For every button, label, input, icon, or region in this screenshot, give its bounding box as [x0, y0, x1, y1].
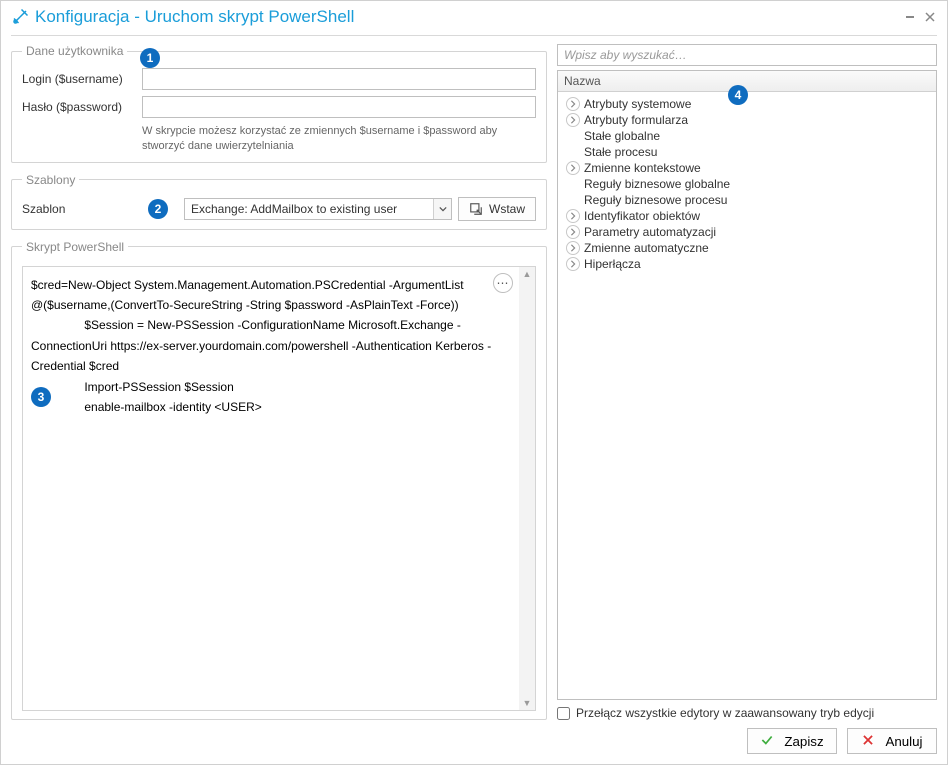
tree-item[interactable]: Identyfikator obiektów: [560, 208, 934, 224]
tree-item-label: Reguły biznesowe globalne: [584, 177, 730, 191]
tools-icon: [11, 8, 29, 26]
expand-icon[interactable]: [566, 97, 580, 111]
credentials-hint: W skrypcie możesz korzystać ze zmiennych…: [142, 124, 536, 154]
advanced-mode-toggle[interactable]: Przełącz wszystkie edytory w zaawansowan…: [557, 706, 937, 720]
template-combo[interactable]: [184, 198, 452, 220]
left-column: Dane użytkownika 1 Login ($username) Has…: [11, 44, 547, 720]
user-data-group: Dane użytkownika 1 Login ($username) Has…: [11, 44, 547, 163]
titlebar: Konfiguracja - Uruchom skrypt PowerShell: [1, 1, 947, 31]
password-label: Hasło ($password): [22, 100, 142, 114]
expand-icon[interactable]: [566, 113, 580, 127]
tree-item[interactable]: Stałe globalne: [560, 128, 934, 144]
tree-indent: [566, 129, 580, 143]
tree-item-label: Atrybuty formularza: [584, 113, 688, 127]
content-area: Dane użytkownika 1 Login ($username) Has…: [1, 36, 947, 720]
templates-legend: Szablony: [22, 173, 79, 187]
tree-item[interactable]: Atrybuty formularza: [560, 112, 934, 128]
tree-item[interactable]: Zmienne kontekstowe: [560, 160, 934, 176]
cancel-icon: [861, 733, 875, 750]
tree-item[interactable]: Zmienne automatyczne: [560, 240, 934, 256]
template-combo-value[interactable]: [184, 198, 452, 220]
insert-icon: [469, 202, 483, 216]
window-title: Konfiguracja - Uruchom skrypt PowerShell: [35, 7, 354, 27]
tree-item-label: Stałe procesu: [584, 145, 657, 159]
variables-tree: 4 Nazwa Atrybuty systemowe Atrybuty formu…: [557, 70, 937, 700]
template-label: Szablon: [22, 202, 142, 216]
tree-item[interactable]: Hiperłącza: [560, 256, 934, 272]
expand-editor-button[interactable]: ⋯: [493, 273, 513, 293]
scroll-up-icon[interactable]: ▲: [523, 269, 532, 279]
script-editor[interactable]: [23, 267, 519, 710]
tree-item[interactable]: Parametry automatyzacji: [560, 224, 934, 240]
cancel-button-label: Anuluj: [885, 734, 922, 749]
tree-indent: [566, 145, 580, 159]
badge-1: 1: [140, 48, 160, 68]
insert-button[interactable]: Wstaw: [458, 197, 536, 221]
expand-icon[interactable]: [566, 161, 580, 175]
tree-item[interactable]: Stałe procesu: [560, 144, 934, 160]
expand-icon[interactable]: [566, 257, 580, 271]
expand-icon[interactable]: [566, 209, 580, 223]
advanced-mode-checkbox[interactable]: [557, 707, 570, 720]
scroll-down-icon[interactable]: ▼: [523, 698, 532, 708]
expand-icon[interactable]: [566, 241, 580, 255]
advanced-mode-label: Przełącz wszystkie edytory w zaawansowan…: [576, 706, 874, 720]
close-button[interactable]: [923, 10, 937, 24]
config-window: Konfiguracja - Uruchom skrypt PowerShell…: [0, 0, 948, 765]
insert-button-label: Wstaw: [489, 202, 525, 216]
cancel-button[interactable]: Anuluj: [847, 728, 937, 754]
tree-item-label: Hiperłącza: [584, 257, 641, 271]
tree-item-label: Zmienne kontekstowe: [584, 161, 701, 175]
tree-header: Nazwa: [558, 71, 936, 92]
badge-2: 2: [148, 199, 168, 219]
chevron-down-icon[interactable]: [433, 199, 451, 219]
right-column: 4 Nazwa Atrybuty systemowe Atrybuty formu…: [557, 44, 937, 720]
expand-icon[interactable]: [566, 225, 580, 239]
save-button-label: Zapisz: [784, 734, 823, 749]
tree-indent: [566, 177, 580, 191]
tree-item-label: Parametry automatyzacji: [584, 225, 716, 239]
password-input[interactable]: [142, 96, 536, 118]
scrollbar[interactable]: ▲ ▼: [519, 267, 535, 710]
tree-indent: [566, 193, 580, 207]
tree-item-label: Stałe globalne: [584, 129, 660, 143]
check-icon: [760, 733, 774, 750]
script-editor-wrap: 3 ▲ ▼ ⋯: [22, 266, 536, 711]
minimize-button[interactable]: [903, 10, 917, 24]
save-button[interactable]: Zapisz: [747, 728, 837, 754]
user-data-legend: Dane użytkownika: [22, 44, 127, 58]
search-input[interactable]: [557, 44, 937, 66]
tree-item-label: Identyfikator obiektów: [584, 209, 700, 223]
script-legend: Skrypt PowerShell: [22, 240, 128, 254]
tree-item-label: Reguły biznesowe procesu: [584, 193, 727, 207]
tree-item-label: Atrybuty systemowe: [584, 97, 691, 111]
login-label: Login ($username): [22, 72, 142, 86]
script-group: Skrypt PowerShell 3 ▲ ▼ ⋯: [11, 240, 547, 720]
tree-body: Atrybuty systemowe Atrybuty formularza Sta…: [558, 92, 936, 699]
tree-item-label: Zmienne automatyczne: [584, 241, 709, 255]
badge-3: 3: [31, 387, 51, 407]
templates-group: Szablony Szablon 2: [11, 173, 547, 230]
footer: Zapisz Anuluj: [1, 720, 947, 764]
tree-item[interactable]: Reguły biznesowe globalne: [560, 176, 934, 192]
badge-4: 4: [728, 85, 748, 105]
tree-item[interactable]: Reguły biznesowe procesu: [560, 192, 934, 208]
login-input[interactable]: [142, 68, 536, 90]
